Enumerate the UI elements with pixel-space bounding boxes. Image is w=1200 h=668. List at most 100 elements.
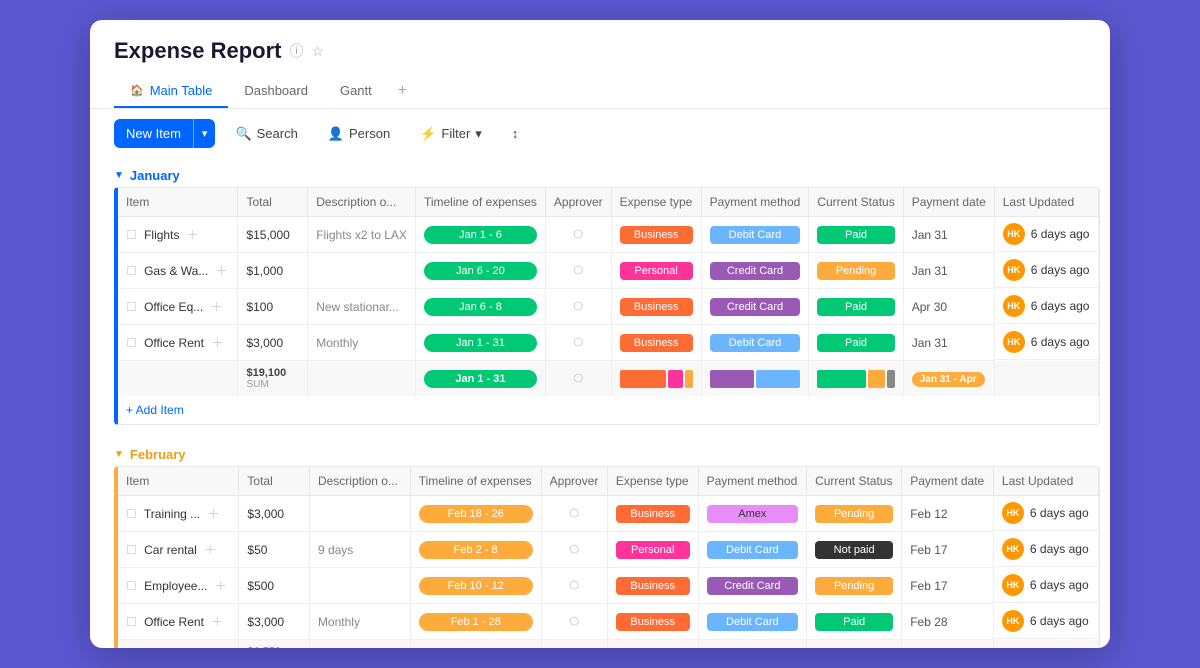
cell-timeline-0: Jan 1 - 6 (415, 217, 545, 253)
section-february: ▼ February Item Total Description o... T… (100, 437, 1100, 648)
chevron-icon-february: ▼ (114, 449, 124, 460)
section-header-january[interactable]: ▼ January (100, 158, 1100, 187)
col-timeline-header: Timeline of expenses (415, 188, 545, 217)
cell-approver-2: ○ (541, 568, 607, 604)
avatar-0: HK (1002, 502, 1024, 524)
avatar-0: HK (1003, 223, 1025, 245)
sort-button[interactable]: ↕ (502, 120, 529, 147)
cell-expense-2: Business (607, 568, 698, 604)
section-header-february[interactable]: ▼ February (100, 437, 1100, 466)
avatar-2: HK (1003, 295, 1025, 317)
cell-payment-2: Credit Card (698, 568, 807, 604)
add-icon-2[interactable]: ＋ (211, 300, 223, 314)
timeline-badge-3: Feb 1 - 28 (419, 613, 533, 631)
add-icon-1[interactable]: ＋ (216, 264, 228, 278)
add-icon-0[interactable]: ＋ (187, 228, 199, 242)
cell-payment-1: Credit Card (701, 253, 809, 289)
timeline-badge-2: Feb 10 - 12 (419, 577, 533, 595)
timeline-badge-0: Jan 1 - 6 (424, 226, 537, 244)
sum-timeline-badge: Jan 1 - 31 (424, 370, 537, 388)
star-icon[interactable]: ☆ (312, 43, 325, 60)
cell-updated-0: HK 6 days ago (995, 217, 1099, 252)
table-january: Item Total Description o... Timeline of … (114, 187, 1100, 425)
feb-col-status: Current Status (807, 467, 902, 496)
row-checkbox-0[interactable]: ☐ (126, 228, 137, 242)
row-checkbox-1[interactable]: ☐ (126, 543, 137, 557)
cell-timeline-2: Feb 10 - 12 (410, 568, 541, 604)
cell-item-2: ☐ Employee... ＋ (118, 568, 239, 604)
avatar-3: HK (1002, 610, 1024, 632)
timeline-badge-3: Jan 1 - 31 (424, 334, 537, 352)
tab-gantt[interactable]: Gantt (324, 74, 388, 108)
section-label-february: February (130, 447, 186, 462)
cell-desc-2 (309, 568, 410, 604)
row-checkbox-2[interactable]: ☐ (126, 579, 137, 593)
cell-total-2: $100 (238, 289, 308, 325)
cell-approver-0: ○ (541, 496, 607, 532)
cell-desc-2: New stationar... (308, 289, 416, 325)
status-badge-1: Not paid (815, 541, 893, 559)
add-icon-2[interactable]: ＋ (215, 579, 227, 593)
cell-payment-3: Debit Card (701, 325, 809, 361)
approver-avatar-0: ○ (568, 502, 580, 524)
cell-date-2: Feb 17 (902, 568, 994, 604)
approver-avatar-3: ○ (572, 331, 584, 353)
tab-main-table[interactable]: 🏠 Main Table (114, 74, 228, 108)
add-icon-3[interactable]: ＋ (211, 615, 223, 629)
add-tab-button[interactable]: + (388, 74, 417, 108)
person-button[interactable]: 👤 Person (318, 120, 400, 148)
row-checkbox-2[interactable]: ☐ (126, 300, 137, 314)
sum-payment-cell (701, 361, 809, 397)
add-item-january[interactable]: + Add Item (118, 396, 1099, 424)
row-checkbox-0[interactable]: ☐ (126, 507, 137, 521)
row-checkbox-1[interactable]: ☐ (126, 264, 137, 278)
sum-total-cell: $6,550SUM (239, 640, 310, 649)
cell-total-0: $15,000 (238, 217, 308, 253)
approver-avatar-0: ○ (572, 223, 584, 245)
sum-date-cell: Feb 12 - 28 (902, 640, 994, 649)
col-expense-header: Expense type (611, 188, 701, 217)
timeline-badge-0: Feb 18 - 26 (419, 505, 533, 523)
search-button[interactable]: 🔍 Search (225, 120, 307, 148)
payment-badge-1: Credit Card (710, 262, 801, 280)
cell-payment-1: Debit Card (698, 532, 807, 568)
table-row: ☐ Office Rent ＋ $3,000 Monthly Jan 1 - 3… (118, 325, 1099, 361)
cell-desc-1 (308, 253, 416, 289)
add-icon-0[interactable]: ＋ (207, 507, 219, 521)
col-status-header: Current Status (809, 188, 903, 217)
cell-timeline-3: Feb 1 - 28 (410, 604, 541, 640)
add-icon-3[interactable]: ＋ (211, 336, 223, 350)
table-row: ☐ Employee... ＋ $500 Feb 10 - 12 ○ Busin… (118, 568, 1099, 604)
avatar-1: HK (1002, 538, 1024, 560)
cell-expense-0: Business (611, 217, 701, 253)
sum-item-cell (118, 361, 238, 397)
cell-timeline-1: Jan 6 - 20 (415, 253, 545, 289)
new-item-dropdown-button[interactable]: ▾ (193, 119, 216, 148)
new-item-button-group: New Item ▾ (114, 119, 215, 148)
cell-payment-0: Amex (698, 496, 807, 532)
filter-button[interactable]: ⚡ Filter ▾ (410, 120, 492, 148)
filter-dropdown-icon: ▾ (475, 126, 482, 142)
row-checkbox-3[interactable]: ☐ (126, 615, 137, 629)
feb-col-timeline: Timeline of expenses (410, 467, 541, 496)
feb-col-updated: Last Updated (993, 467, 1098, 496)
cell-payment-0: Debit Card (701, 217, 809, 253)
timeline-badge-1: Jan 6 - 20 (424, 262, 537, 280)
cell-total-1: $1,000 (238, 253, 308, 289)
payment-badge-0: Debit Card (710, 226, 801, 244)
cell-timeline-2: Jan 6 - 8 (415, 289, 545, 325)
info-icon[interactable]: ⓘ (290, 41, 304, 61)
payment-badge-3: Debit Card (710, 334, 801, 352)
new-item-button[interactable]: New Item (114, 119, 193, 148)
cell-approver-3: ○ (541, 604, 607, 640)
col-date-header: Payment date (903, 188, 994, 217)
add-icon-1[interactable]: ＋ (204, 543, 216, 557)
table-february: Item Total Description o... Timeline of … (114, 466, 1100, 648)
cell-total-3: $3,000 (238, 325, 308, 361)
status-badge-3: Paid (815, 613, 893, 631)
cell-desc-0: Flights x2 to LAX (308, 217, 416, 253)
tab-dashboard[interactable]: Dashboard (228, 74, 324, 108)
cell-status-0: Pending (807, 496, 902, 532)
sum-total-cell: $19,100SUM (238, 361, 308, 397)
row-checkbox-3[interactable]: ☐ (126, 336, 137, 350)
